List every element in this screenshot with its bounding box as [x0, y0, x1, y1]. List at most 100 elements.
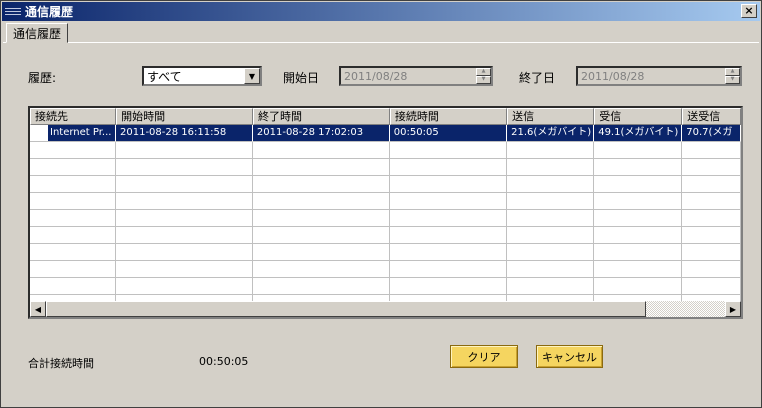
column-header[interactable]: 受信	[594, 108, 683, 125]
start-date-value: 2011/08/28	[344, 69, 408, 83]
table-cell: 2011-08-28 16:11:58	[116, 125, 253, 142]
table-cell	[389, 244, 508, 261]
table-cell	[682, 176, 741, 193]
table-cell	[682, 227, 741, 244]
table-cell	[252, 210, 390, 227]
table-cell	[252, 159, 390, 176]
table-cell	[30, 159, 117, 176]
table-cell	[682, 210, 741, 227]
table-cell: Internet Pr...	[30, 125, 116, 142]
total-time-label: 合計接続時間	[28, 357, 94, 370]
table-cell: 49.1(メガバイト)	[594, 125, 683, 142]
table-cell	[252, 261, 390, 278]
table-cell	[594, 227, 683, 244]
table-cell	[389, 193, 508, 210]
empty-table-row	[30, 193, 741, 210]
table-cell	[116, 142, 253, 159]
table-cell	[252, 142, 390, 159]
empty-table-row	[30, 210, 741, 227]
table-cell	[30, 176, 117, 193]
table-cell	[116, 261, 253, 278]
table-cell	[116, 244, 253, 261]
table-cell	[116, 278, 253, 295]
table-cell	[252, 278, 390, 295]
table-row[interactable]: Internet Pr... 2011-08-28 16:11:58 2011-…	[30, 125, 741, 142]
horizontal-scrollbar[interactable]: ◀ ▶	[30, 301, 741, 317]
table-cell	[507, 244, 595, 261]
table-cell	[594, 261, 683, 278]
table-cell	[507, 278, 595, 295]
column-header[interactable]: 送信	[507, 108, 595, 125]
table-cell	[389, 261, 508, 278]
tab-history[interactable]: 通信履歴	[6, 23, 69, 43]
column-header[interactable]: 接続時間	[389, 108, 508, 125]
empty-rows	[30, 142, 741, 312]
table-cell	[682, 159, 741, 176]
scrollbar-track[interactable]	[646, 301, 725, 317]
table-cell	[389, 278, 508, 295]
table-cell	[30, 210, 117, 227]
scrollbar-thumb[interactable]	[46, 301, 646, 317]
history-select[interactable]: すべて ▼	[142, 66, 262, 86]
end-date-label: 終了日	[519, 71, 556, 85]
history-select-value: すべて	[147, 69, 182, 84]
empty-table-row	[30, 278, 741, 295]
arrow-left-icon[interactable]: ◀	[30, 301, 46, 317]
table-cell	[507, 227, 595, 244]
start-date-field[interactable]: 2011/08/28 ▲ ▼	[339, 66, 493, 86]
window-title: 通信履歴	[25, 5, 74, 19]
column-header[interactable]: 開始時間	[116, 108, 253, 125]
empty-table-row	[30, 261, 741, 278]
table-cell	[594, 176, 683, 193]
table-cell	[507, 159, 595, 176]
table-cell	[507, 193, 595, 210]
start-date-label: 開始日	[283, 71, 320, 85]
history-table[interactable]: 接続先 開始時間 終了時間 接続時間 送信 受信 送受信 Internet Pr…	[28, 106, 743, 319]
table-cell: 21.6(メガバイト)	[507, 125, 595, 142]
table-header: 接続先 開始時間 終了時間 接続時間 送信 受信 送受信	[30, 108, 741, 125]
column-header[interactable]: 送受信	[682, 108, 741, 125]
column-header[interactable]: 終了時間	[252, 108, 390, 125]
table-cell	[682, 278, 741, 295]
title-bar[interactable]: 通信履歴 ×	[2, 2, 760, 21]
table-cell	[116, 176, 253, 193]
column-header[interactable]: 接続先	[30, 108, 117, 125]
table-cell	[682, 244, 741, 261]
cancel-button[interactable]: キャンセル	[536, 345, 603, 368]
chevron-down-icon[interactable]: ▼	[244, 68, 260, 84]
end-date-spinner[interactable]: ▲ ▼	[725, 68, 740, 84]
app-icon	[5, 6, 21, 18]
table-cell	[252, 193, 390, 210]
close-button[interactable]: ×	[741, 4, 757, 18]
table-cell: 70.7(メガ	[682, 125, 741, 142]
table-cell	[252, 227, 390, 244]
arrow-right-icon[interactable]: ▶	[725, 301, 741, 317]
table-cell	[30, 193, 117, 210]
table-cell	[594, 278, 683, 295]
history-window: 通信履歴 × 通信履歴 履歴: すべて ▼ 開始日 2011/08/28 ▲ ▼ …	[0, 0, 762, 408]
table-cell	[682, 142, 741, 159]
table-cell	[389, 176, 508, 193]
table-cell	[389, 159, 508, 176]
table-cell: 00:50:05	[389, 125, 508, 142]
empty-table-row	[30, 159, 741, 176]
table-cell: 2011-08-28 17:02:03	[252, 125, 390, 142]
table-cell	[594, 159, 683, 176]
table-cell	[507, 261, 595, 278]
end-date-field[interactable]: 2011/08/28 ▲ ▼	[576, 66, 742, 86]
clear-button[interactable]: クリア	[450, 345, 518, 368]
table-cell	[116, 210, 253, 227]
table-cell	[30, 278, 117, 295]
table-cell	[252, 244, 390, 261]
table-cell	[389, 210, 508, 227]
table-cell	[389, 142, 508, 159]
end-date-value: 2011/08/28	[581, 69, 645, 83]
history-label: 履歴:	[28, 71, 57, 85]
empty-table-row	[30, 176, 741, 193]
table-cell	[30, 244, 117, 261]
total-time-value: 00:50:05	[199, 355, 249, 368]
cell-text: Internet Pr...	[48, 125, 115, 141]
start-date-spinner[interactable]: ▲ ▼	[476, 68, 491, 84]
table-cell	[116, 159, 253, 176]
table-cell	[594, 193, 683, 210]
